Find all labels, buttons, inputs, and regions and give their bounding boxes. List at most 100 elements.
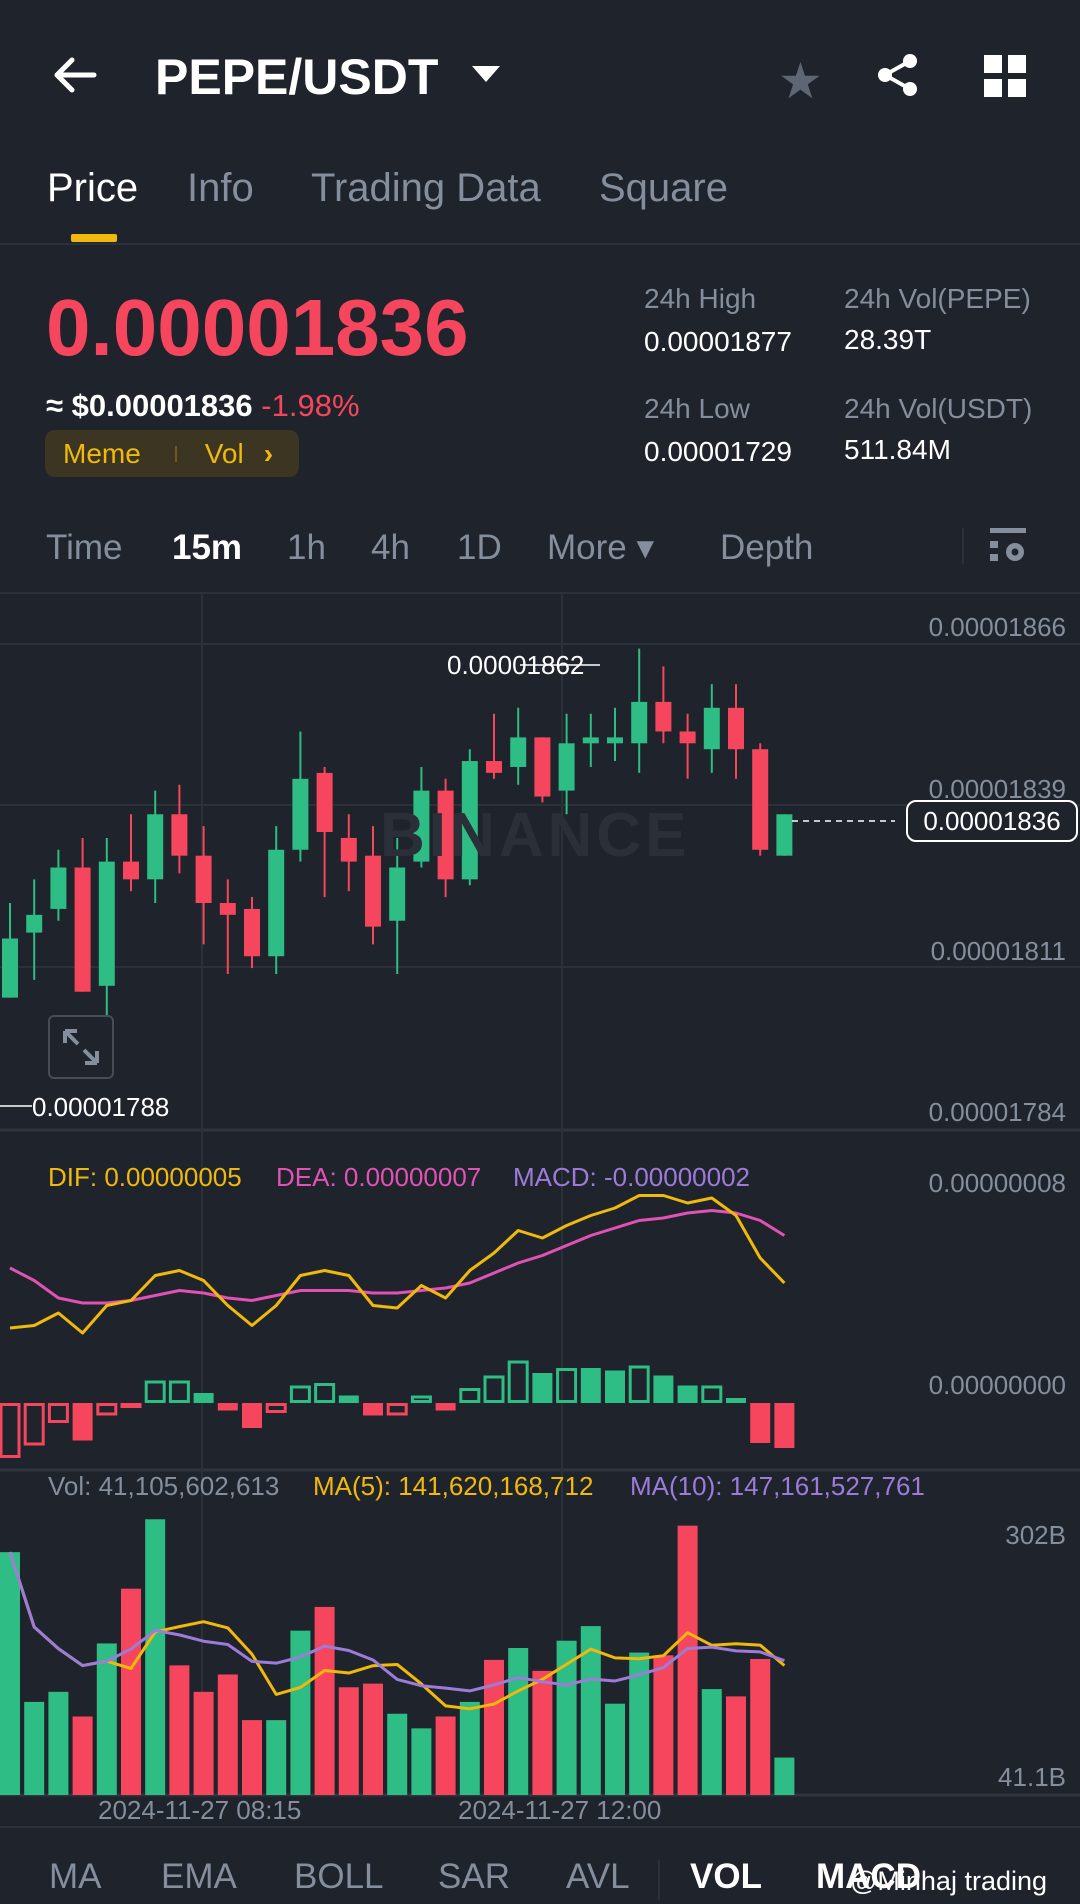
macd-bar <box>459 1388 481 1403</box>
macd-bar <box>96 1403 118 1416</box>
candle <box>50 867 67 909</box>
volume-bar <box>266 1720 287 1795</box>
indicator-ma[interactable]: MA <box>49 1857 102 1897</box>
volume-bar <box>677 1525 698 1795</box>
macd-bar <box>144 1380 166 1403</box>
macd-bar <box>726 1398 746 1403</box>
fullscreen-button[interactable] <box>48 1015 114 1079</box>
current-price-label: 0.00001836 <box>906 800 1078 842</box>
divider <box>658 1860 660 1900</box>
candle <box>147 814 164 880</box>
divider <box>0 1826 1080 1828</box>
candle <box>292 778 309 850</box>
expand-icon <box>63 1029 99 1065</box>
macd-bar <box>580 1368 601 1403</box>
candle <box>171 814 188 856</box>
macd-bar <box>0 1403 21 1458</box>
volume-bar <box>435 1716 456 1795</box>
dea-label: DEA: 0.00000007 <box>276 1162 482 1192</box>
candle <box>510 737 527 767</box>
volume-bar <box>532 1670 553 1795</box>
volume-bar <box>605 1703 625 1795</box>
volume-bar <box>774 1757 795 1795</box>
candle <box>728 707 744 750</box>
macd-bar <box>168 1380 190 1403</box>
volume-bar <box>726 1696 746 1795</box>
date-label: 2024-11-27 12:00 <box>458 1795 662 1825</box>
volume-bar <box>508 1648 529 1795</box>
macd-axis-label: 0.00000000 <box>928 1370 1066 1400</box>
volume-bar <box>338 1687 359 1795</box>
candle <box>123 861 139 880</box>
candle <box>26 914 43 933</box>
volume-bar <box>24 1701 45 1795</box>
candle <box>582 737 599 744</box>
candle <box>679 731 696 744</box>
volume-bar <box>169 1665 190 1795</box>
macd-bar <box>483 1375 505 1403</box>
macd-bar <box>410 1395 432 1403</box>
candle <box>631 701 648 744</box>
macd-bar <box>532 1373 553 1403</box>
macd-bar <box>701 1385 723 1403</box>
volume-bar <box>96 1643 117 1795</box>
candle <box>244 908 260 957</box>
macd-bar <box>363 1403 383 1416</box>
macd-bar <box>750 1403 771 1443</box>
candle <box>389 867 406 921</box>
vol-axis-label: 302B <box>1005 1520 1066 1550</box>
candle <box>607 737 623 744</box>
volume-bar <box>411 1728 432 1795</box>
indicator-boll[interactable]: BOLL <box>294 1857 384 1897</box>
volume-bar <box>459 1701 480 1795</box>
price-axis-label: 0.00001784 <box>928 1097 1066 1127</box>
volume-bar <box>484 1659 504 1795</box>
macd-bar <box>653 1375 674 1403</box>
candle <box>558 743 575 791</box>
price-axis-label: 0.00001811 <box>930 936 1066 966</box>
volume-bar <box>0 1552 20 1795</box>
macd-bar <box>314 1383 336 1403</box>
volume-bar <box>48 1691 69 1795</box>
candle <box>340 837 357 862</box>
macd-bar <box>628 1365 650 1403</box>
min-price-label: 0.00001788 <box>32 1092 170 1122</box>
candle <box>2 938 18 998</box>
candle <box>98 861 115 986</box>
macd-bar <box>72 1403 93 1441</box>
volume-bar <box>314 1606 335 1795</box>
price-axis-label: 0.00001866 <box>928 612 1066 642</box>
candle <box>776 814 793 856</box>
candle <box>655 701 672 732</box>
candle <box>365 855 381 927</box>
macd-axis-label: 0.00000008 <box>928 1168 1066 1198</box>
vol-ma10-label: MA(10): 147,161,527,761 <box>630 1471 925 1501</box>
macd-bar <box>386 1403 408 1416</box>
candle <box>316 772 333 833</box>
binance-watermark: BINANCE <box>380 801 691 870</box>
indicator-vol[interactable]: VOL <box>690 1857 762 1897</box>
indicator-avl[interactable]: AVL <box>566 1857 630 1897</box>
macd-bar <box>289 1385 311 1403</box>
user-watermark: @Minhaj trading <box>850 1866 1048 1896</box>
candle <box>268 849 285 957</box>
macd-bar <box>774 1403 795 1448</box>
candle <box>486 761 502 773</box>
vol-ma5-label: MA(5): 141,620,168,712 <box>313 1471 594 1501</box>
macd-bar <box>556 1368 578 1403</box>
vol-axis-label: 41.1B <box>998 1762 1066 1792</box>
volume-bar <box>701 1689 722 1795</box>
candle <box>752 749 769 850</box>
candle <box>74 867 91 992</box>
vol-label: Vol: 41,105,602,613 <box>48 1471 280 1501</box>
candle <box>703 707 720 750</box>
macd-bar <box>605 1370 625 1403</box>
macd-bar <box>120 1403 142 1408</box>
dif-label: DIF: 0.00000005 <box>48 1162 242 1192</box>
macd-bar <box>338 1395 359 1403</box>
indicator-sar[interactable]: SAR <box>438 1857 510 1897</box>
macd-bar <box>507 1360 529 1403</box>
kline-chart[interactable] <box>0 0 1080 1904</box>
indicator-ema[interactable]: EMA <box>161 1857 237 1897</box>
macd-bar <box>47 1403 69 1423</box>
